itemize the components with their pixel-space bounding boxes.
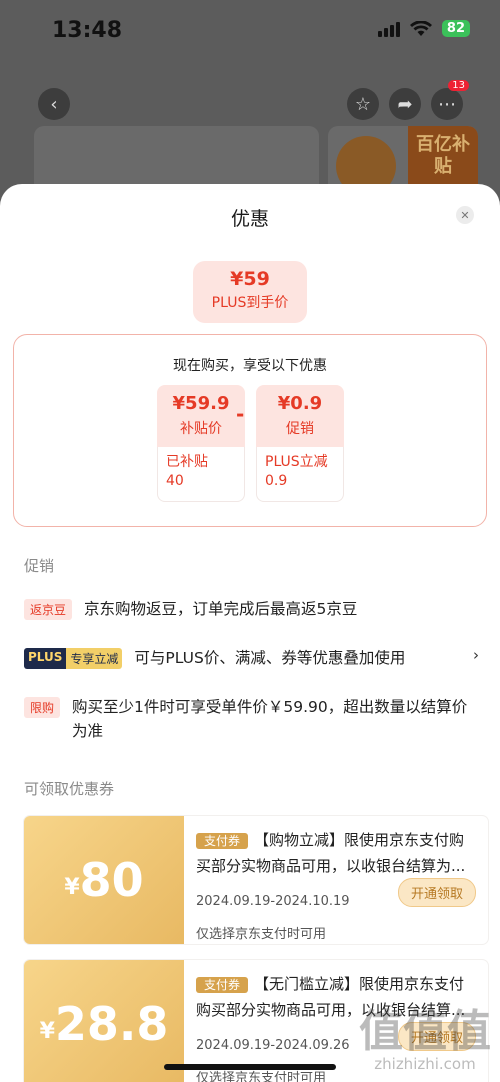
plus-tag: PLUS 专享立减 bbox=[24, 648, 123, 669]
promo-section-title: 促销 bbox=[24, 557, 55, 575]
subsidy-detail-value: 40 bbox=[166, 473, 184, 489]
battery-indicator: 82 bbox=[441, 20, 470, 37]
status-time: 13:48 bbox=[52, 18, 123, 43]
discount-sheet: 优惠 ✕ ¥59 PLUS到手价 现在购买，享受以下优惠 ¥59.9 补贴价 已… bbox=[0, 184, 500, 1082]
watermark: 值值值 zhizhizhi.com bbox=[350, 995, 500, 1082]
plus-tag-a: PLUS bbox=[24, 648, 67, 669]
wifi-icon bbox=[409, 20, 432, 36]
coupon-tag: 支付券 bbox=[196, 977, 249, 993]
coupon-value: 80 bbox=[79, 853, 144, 907]
watermark-logo: 值值值 bbox=[359, 1006, 491, 1057]
chevron-right-icon[interactable]: › bbox=[473, 646, 479, 664]
more-icon[interactable]: ⋯ 13 bbox=[431, 80, 469, 120]
promotion-value: ¥0.9 bbox=[277, 393, 323, 414]
minus-operator: - bbox=[236, 402, 245, 426]
favorite-star-icon[interactable]: ☆ bbox=[347, 88, 379, 120]
benefit-heading: 现在购买，享受以下优惠 bbox=[173, 358, 327, 374]
promotion-detail-label: PLUS立减 bbox=[265, 454, 328, 470]
claim-coupon-button[interactable]: 开通领取 bbox=[397, 878, 476, 907]
final-price-box: ¥59 PLUS到手价 bbox=[193, 261, 307, 323]
home-indicator bbox=[164, 1064, 336, 1070]
close-icon[interactable]: ✕ bbox=[456, 206, 474, 224]
coupon-note: 仅选择京东支付时可用 bbox=[196, 927, 327, 942]
coupon-description: 支付券 【购物立减】限使用京东支付购买部分实物商品可用，以收银台结算为... bbox=[196, 828, 478, 878]
final-price-amount: ¥59 bbox=[230, 268, 270, 290]
coupon-tag: 支付券 bbox=[196, 833, 249, 849]
status-icons: 82 bbox=[377, 20, 470, 37]
jingdou-tag: 返京豆 bbox=[24, 599, 73, 620]
benefit-breakdown: 现在购买，享受以下优惠 ¥59.9 补贴价 已补贴 40 - ¥0.9 促销 P… bbox=[13, 334, 487, 527]
plus-tag-b: 专享立减 bbox=[66, 648, 123, 669]
coupon-value: 28.8 bbox=[54, 997, 169, 1051]
coupon-card: ¥ 80 支付券 【购物立减】限使用京东支付购买部分实物商品可用，以收银台结算为.… bbox=[24, 816, 488, 944]
coupon-amount: ¥ 28.8 bbox=[24, 960, 184, 1082]
promotion-item: ¥0.9 促销 PLUS立减 0.9 bbox=[256, 385, 344, 502]
jingdou-text: 京东购物返豆，订单完成后最高返5京豆 bbox=[84, 600, 358, 618]
coupon-amount: ¥ 80 bbox=[24, 816, 184, 944]
subsidy-price-label: 补贴价 bbox=[180, 421, 222, 437]
sheet-title: 优惠 bbox=[230, 208, 269, 230]
promotion-label: 促销 bbox=[286, 421, 314, 437]
back-icon[interactable]: ‹ bbox=[38, 88, 70, 120]
coupon-section-title: 可领取优惠券 bbox=[24, 780, 115, 798]
coupon-currency: ¥ bbox=[64, 874, 80, 900]
notification-badge: 13 bbox=[448, 80, 469, 91]
promo-row-plus[interactable]: PLUS 专享立减 可与PLUS价、满减、券等优惠叠加使用 › bbox=[24, 646, 479, 670]
status-bar: 13:48 82 bbox=[0, 0, 500, 62]
plus-text: 可与PLUS价、满减、券等优惠叠加使用 bbox=[134, 649, 406, 667]
subsidy-detail-label: 已补贴 bbox=[166, 454, 208, 470]
final-price-label: PLUS到手价 bbox=[211, 295, 289, 311]
coupon-currency: ¥ bbox=[39, 1018, 55, 1044]
subsidy-price-value: ¥59.9 bbox=[172, 393, 230, 414]
limit-text: 购买至少1件时可享受单件价￥59.90，超出数量以结算价为准 bbox=[72, 698, 468, 740]
promo-row-limit: 限购 购买至少1件时可享受单件价￥59.90，超出数量以结算价为准 bbox=[24, 695, 479, 743]
subsidy-price-item: ¥59.9 补贴价 已补贴 40 bbox=[157, 385, 245, 502]
promo-row-jingdou: 返京豆 京东购物返豆，订单完成后最高返5京豆 bbox=[24, 597, 479, 621]
limit-tag: 限购 bbox=[24, 697, 61, 718]
product-topbar: ‹ ☆ ➦ ⋯ 13 bbox=[0, 80, 500, 125]
share-icon[interactable]: ➦ bbox=[389, 88, 421, 120]
signal-icon bbox=[377, 21, 400, 37]
promotion-detail-value: 0.9 bbox=[265, 473, 288, 489]
